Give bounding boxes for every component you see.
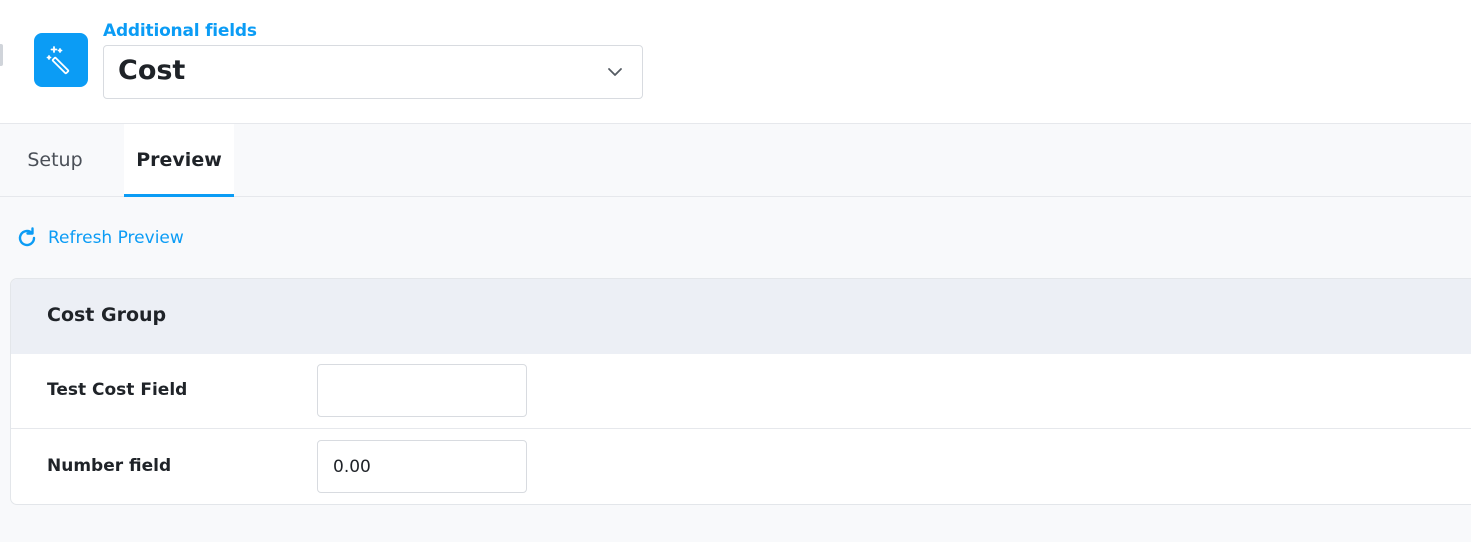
- chevron-down-icon: [608, 68, 622, 76]
- page-header: Additional fields Cost: [0, 0, 1471, 124]
- header-eyebrow: Additional fields: [103, 21, 257, 41]
- field-label: Number field: [47, 456, 172, 476]
- group-title: Cost Group: [47, 304, 167, 326]
- collapse-handle[interactable]: [0, 44, 3, 66]
- refresh-preview-button[interactable]: Refresh Preview: [15, 224, 184, 252]
- magic-wand-glyph: [46, 46, 70, 75]
- group-header: Cost Group: [11, 279, 1471, 354]
- magic-wand-icon: [34, 33, 88, 87]
- cost-group-card: Cost Group Test Cost Field Number field: [10, 278, 1471, 505]
- number-field-input[interactable]: [317, 440, 527, 493]
- field-row: Number field: [11, 430, 1471, 504]
- test-cost-field-input[interactable]: [317, 364, 527, 417]
- tab-setup[interactable]: Setup: [0, 124, 110, 196]
- field-selector-dropdown[interactable]: Cost: [103, 45, 643, 99]
- refresh-preview-label: Refresh Preview: [48, 228, 184, 248]
- field-row: Test Cost Field: [11, 354, 1471, 429]
- refresh-icon: [18, 227, 36, 247]
- field-selector-value: Cost: [118, 55, 186, 86]
- field-label: Test Cost Field: [47, 380, 188, 400]
- tab-bar: Setup Preview: [0, 124, 1471, 197]
- tab-preview[interactable]: Preview: [124, 124, 234, 197]
